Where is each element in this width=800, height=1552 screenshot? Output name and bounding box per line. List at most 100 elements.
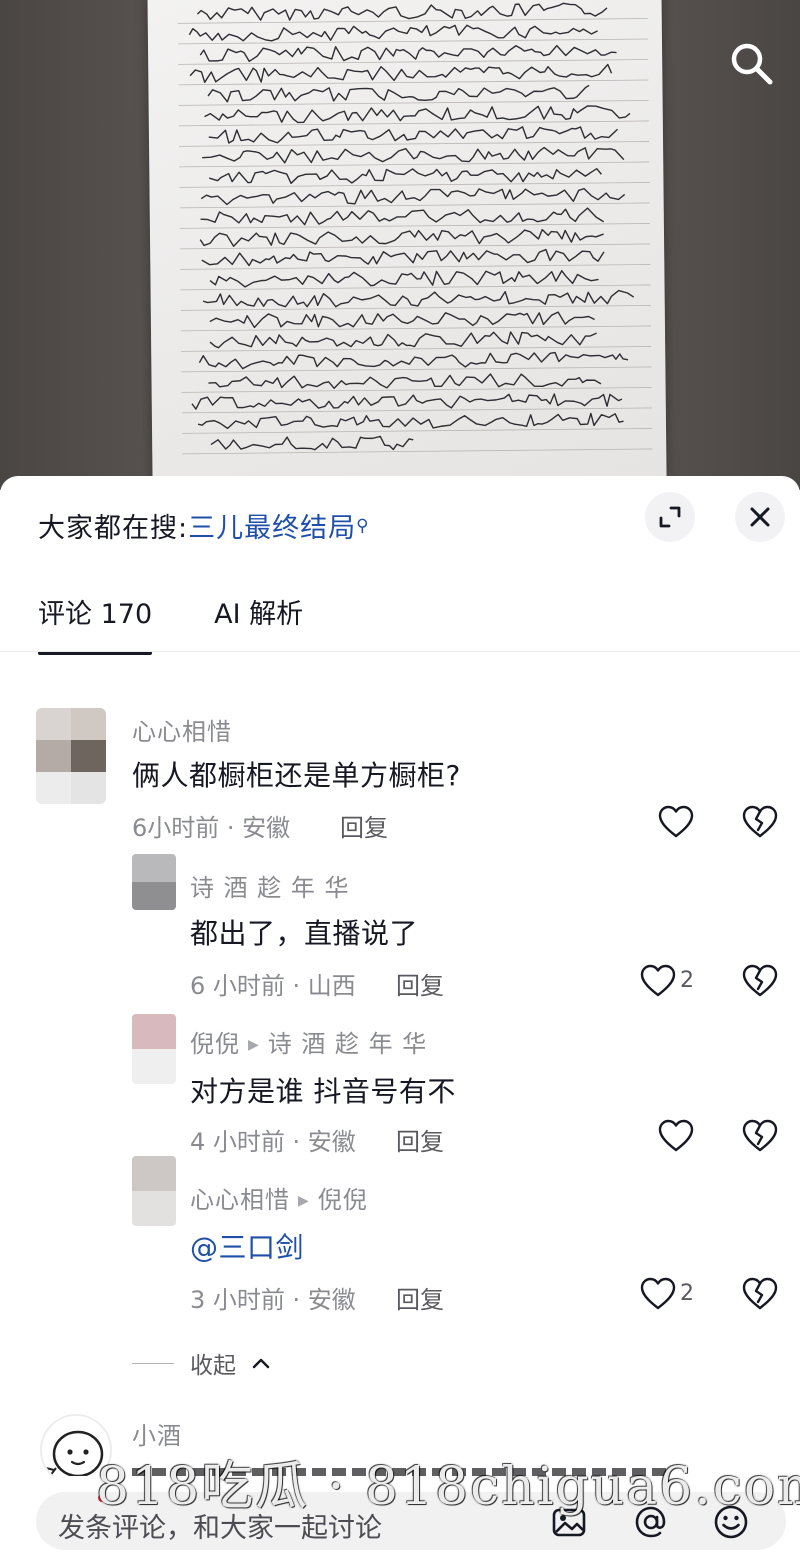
handwriting-line — [210, 435, 414, 451]
handwriting-line — [209, 331, 597, 349]
handwriting-line — [198, 351, 629, 370]
paper-ruled-line — [181, 387, 652, 393]
comment-text: 俩人都橱柜还是单方橱柜? — [132, 759, 461, 792]
tab-comments[interactable]: 评论 170 — [38, 592, 153, 655]
paper-ruled-line — [182, 448, 653, 455]
paper-ruled-line — [180, 243, 651, 250]
comment-username[interactable]: 诗 酒 趁 年 华 — [190, 868, 350, 903]
collapse-replies-button[interactable]: 收起 — [132, 1346, 270, 1380]
dislike-broken-heart-icon[interactable] — [740, 1116, 780, 1156]
handwriting-line — [200, 187, 626, 206]
paper-ruled-line — [179, 141, 650, 147]
hot-search-keyword[interactable]: 三儿最终结局 — [188, 513, 356, 544]
close-button[interactable] — [735, 492, 785, 542]
handwriting-line — [197, 412, 624, 430]
handwriting-line — [208, 126, 618, 144]
dislike-broken-heart-icon[interactable] — [740, 961, 780, 1001]
paper-ruled-line — [180, 284, 651, 291]
paper-ruled-line — [177, 38, 648, 45]
handwriting-line — [188, 24, 598, 42]
comment-username[interactable]: 倪倪 ▶ 诗 酒 趁 年 华 — [190, 1024, 427, 1059]
comment-time-location: 3 小时前 · 安徽 — [190, 1286, 356, 1314]
handwriting-line — [199, 44, 617, 63]
comment-username[interactable]: 心心相惜 — [132, 712, 232, 747]
like-count: 2 — [680, 1281, 694, 1306]
hot-search-bar: 大家都在搜:三儿最终结局⚲ — [38, 506, 370, 545]
search-button[interactable] — [726, 38, 776, 88]
tab-bar: 评论 170 AI 解析 — [38, 592, 303, 655]
comment-text: 对方是谁 抖音号有不 — [190, 1075, 456, 1108]
collapse-label: 收起 — [190, 1353, 236, 1379]
like-count: 2 — [680, 968, 694, 993]
avatar[interactable] — [132, 1014, 176, 1084]
comment-sheet: 大家都在搜:三儿最终结局⚲ 评论 170 AI 解析 心心相惜 俩人都橱柜还是单… — [0, 476, 800, 1552]
handwriting-line — [201, 248, 605, 267]
like-heart-icon[interactable] — [656, 1116, 696, 1156]
paper-ruled-line — [181, 407, 652, 414]
expand-icon — [659, 506, 681, 528]
avatar[interactable] — [132, 1156, 176, 1226]
handwriting-line — [209, 311, 595, 329]
handwriting-line — [208, 168, 602, 185]
handwriting-line — [196, 2, 608, 21]
handwriting-line — [200, 207, 605, 226]
comment-text: 都出了，直播说了 — [190, 917, 419, 950]
handwritten-letter-image — [147, 0, 667, 483]
reply-button[interactable]: 回复 — [340, 808, 388, 843]
paper-ruled-line — [179, 223, 650, 229]
tab-divider — [0, 651, 800, 652]
dislike-broken-heart-icon[interactable] — [740, 802, 780, 842]
paper-ruled-line — [180, 264, 651, 270]
handwriting-line — [202, 289, 635, 308]
expand-button[interactable] — [645, 492, 695, 542]
comment-input-placeholder: 发条评论，和大家一起讨论 — [58, 1513, 382, 1544]
handwriting-line — [204, 105, 631, 124]
watermark-dot — [98, 1494, 106, 1502]
comment-username[interactable]: 小酒 — [132, 1416, 182, 1451]
paper-ruled-line — [179, 202, 650, 209]
reply-button[interactable]: 回复 — [396, 1280, 444, 1315]
avatar[interactable] — [132, 854, 176, 910]
paper-ruled-line — [179, 161, 650, 168]
like-heart-icon[interactable] — [638, 961, 678, 1001]
handwriting-line — [189, 63, 613, 84]
paper-ruled-line — [182, 428, 653, 434]
paper-ruled-line — [178, 79, 649, 86]
search-icon — [731, 43, 773, 85]
comment-mention-link[interactable]: @三口剑 — [190, 1226, 304, 1266]
image-icon[interactable] — [550, 1503, 588, 1541]
emoji-icon[interactable] — [712, 1503, 750, 1541]
tab-ai-analysis[interactable]: AI 解析 — [214, 592, 303, 655]
like-heart-icon[interactable] — [656, 802, 696, 842]
paper-ruled-line — [180, 325, 651, 332]
comment-username[interactable]: 心心相惜 ▶ 倪倪 — [190, 1180, 368, 1215]
paper-ruled-line — [179, 182, 650, 188]
comment-time-location: 6 小时前 · 山西 — [190, 972, 356, 1000]
paper-ruled-line — [178, 120, 649, 127]
close-icon — [750, 507, 770, 527]
handwriting-line — [199, 228, 604, 247]
background-photo — [0, 0, 800, 490]
paper-ruled-line — [178, 100, 649, 106]
collapse-divider-line — [132, 1362, 174, 1364]
like-heart-icon[interactable] — [638, 1274, 678, 1314]
paper-ruled-line — [177, 18, 648, 24]
mention-at-icon[interactable] — [632, 1503, 670, 1541]
handwriting-line — [191, 393, 623, 410]
handwriting-strokes — [177, 2, 653, 455]
reply-button[interactable]: 回复 — [396, 1122, 444, 1157]
comment-input-bar: 发条评论，和大家一起讨论 — [0, 1476, 800, 1552]
handwriting-line — [208, 373, 602, 389]
search-small-icon: ⚲ — [356, 516, 370, 536]
hot-search-prefix: 大家都在搜: — [38, 513, 189, 544]
reply-button[interactable]: 回复 — [396, 966, 444, 1001]
paper-ruled-line — [181, 366, 652, 373]
avatar[interactable] — [36, 708, 106, 804]
comment-time-location: 4 小时前 · 安徽 — [190, 1128, 356, 1156]
handwriting-line — [209, 270, 599, 288]
handwriting-line — [207, 84, 590, 103]
handwriting-line — [202, 146, 625, 164]
comment-time-location: 6小时前 · 安徽 — [132, 814, 291, 842]
comment-input[interactable]: 发条评论，和大家一起讨论 — [36, 1492, 786, 1550]
dislike-broken-heart-icon[interactable] — [740, 1274, 780, 1314]
